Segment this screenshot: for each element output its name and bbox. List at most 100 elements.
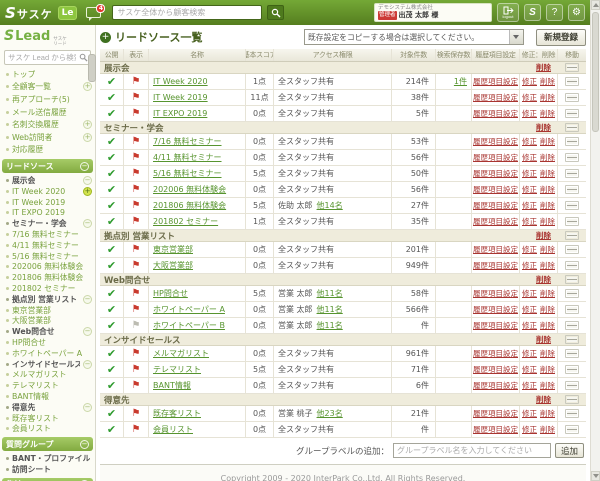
flag-icon[interactable] <box>132 245 141 255</box>
edit-link[interactable]: 修正 <box>522 92 537 103</box>
access-others-link[interactable]: 他23名 <box>317 408 343 419</box>
sidebar-item[interactable]: 東京営業部 <box>0 305 95 316</box>
lead-source-link[interactable]: 大阪営業部 <box>153 260 193 271</box>
edit-link[interactable]: 修正 <box>522 424 537 435</box>
sidebar-item[interactable]: ホワイトペーパー A <box>0 348 95 359</box>
check-icon[interactable] <box>107 244 116 255</box>
delete-link[interactable]: 削除 <box>540 184 555 195</box>
history-settings-link[interactable]: 履歴項目設定 <box>473 152 518 163</box>
edit-link[interactable]: 修正 <box>522 152 537 163</box>
delete-link[interactable]: 削除 <box>540 424 555 435</box>
group-delete-link[interactable]: 削除 <box>536 274 551 285</box>
delete-link[interactable]: 削除 <box>540 168 555 179</box>
sidebar-item[interactable]: Web訪問者 <box>0 131 95 144</box>
flag-icon[interactable] <box>132 109 141 119</box>
edit-link[interactable]: 修正 <box>522 168 537 179</box>
chevron-down-icon[interactable] <box>509 30 523 44</box>
sidebar-item[interactable]: メール送信履歴 <box>0 106 95 119</box>
sidebar-item[interactable]: 既存客リスト <box>0 413 95 424</box>
sidebar-item[interactable]: メルマガリスト <box>0 370 95 381</box>
history-settings-link[interactable]: 履歴項目設定 <box>473 108 518 119</box>
plus-icon[interactable] <box>83 133 92 142</box>
drag-handle-icon[interactable] <box>565 305 579 314</box>
drag-handle-icon[interactable] <box>565 425 579 434</box>
sidebar-section-header[interactable]: 質問グループ <box>2 437 93 451</box>
drag-handle-icon[interactable] <box>565 321 579 330</box>
sidebar-item[interactable]: 201806 無料体験会 <box>0 272 95 283</box>
drag-handle-icon[interactable] <box>565 217 579 226</box>
new-registration-button[interactable]: 新規登録 <box>536 29 586 46</box>
check-icon[interactable] <box>107 136 116 147</box>
drag-handle-icon[interactable] <box>565 349 579 358</box>
history-settings-link[interactable]: 履歴項目設定 <box>473 136 518 147</box>
delete-link[interactable]: 削除 <box>540 408 555 419</box>
edit-link[interactable]: 修正 <box>522 260 537 271</box>
lead-source-link[interactable]: ホワイトペーパー B <box>153 320 225 331</box>
edit-link[interactable]: 修正 <box>522 244 537 255</box>
delete-link[interactable]: 削除 <box>540 288 555 299</box>
check-icon[interactable] <box>107 364 116 375</box>
minus-icon[interactable] <box>83 360 92 369</box>
check-icon[interactable] <box>107 304 116 315</box>
drag-handle-icon[interactable] <box>565 275 579 284</box>
history-settings-link[interactable]: 履歴項目設定 <box>473 288 518 299</box>
delete-link[interactable]: 削除 <box>540 108 555 119</box>
drag-handle-icon[interactable] <box>565 63 579 72</box>
sidebar-item[interactable]: 対応履歴 <box>0 144 95 157</box>
sidebar-item[interactable]: 202006 無料体験会 <box>0 262 95 273</box>
check-icon[interactable] <box>107 184 116 195</box>
sidebar-item-group[interactable]: 訪問シート <box>0 464 95 475</box>
history-settings-link[interactable]: 履歴項目設定 <box>473 380 518 391</box>
edit-link[interactable]: 修正 <box>522 76 537 87</box>
group-delete-link[interactable]: 削除 <box>536 394 551 405</box>
delete-link[interactable]: 削除 <box>540 244 555 255</box>
scroll-up-arrow-icon[interactable] <box>591 0 600 10</box>
lead-source-link[interactable]: 5/16 無料セミナー <box>153 168 222 179</box>
flag-icon[interactable] <box>132 409 141 419</box>
flag-icon[interactable] <box>132 425 141 435</box>
lead-source-link[interactable]: IT Week 2019 <box>153 93 208 102</box>
lead-source-link[interactable]: ホワイトペーパー A <box>153 304 225 315</box>
edit-link[interactable]: 修正 <box>522 408 537 419</box>
global-search-button[interactable] <box>267 5 284 20</box>
lead-source-link[interactable]: IT EXPO 2019 <box>153 109 207 118</box>
check-icon[interactable] <box>107 108 116 119</box>
check-icon[interactable] <box>107 408 116 419</box>
edit-link[interactable]: 修正 <box>522 320 537 331</box>
drag-handle-icon[interactable] <box>565 185 579 194</box>
flag-icon[interactable] <box>132 169 141 179</box>
edit-link[interactable]: 修正 <box>522 364 537 375</box>
edit-link[interactable]: 修正 <box>522 304 537 315</box>
minus-icon[interactable] <box>80 162 89 171</box>
sidebar-item-group[interactable]: インサイドセールス <box>0 359 95 370</box>
sidebar-item[interactable]: 5/16 無料セミナー <box>0 251 95 262</box>
access-others-link[interactable]: 他11名 <box>317 304 343 315</box>
sidebar-collapse-handle[interactable] <box>88 54 96 82</box>
logout-button[interactable]: logout <box>497 3 519 22</box>
group-delete-link[interactable]: 削除 <box>536 334 551 345</box>
sidebar-item[interactable]: トップ <box>0 68 95 81</box>
lead-source-link[interactable]: テレマリスト <box>153 364 201 375</box>
lead-logo[interactable]: S Lead サスケリード <box>0 25 95 48</box>
delete-link[interactable]: 削除 <box>540 76 555 87</box>
minus-icon[interactable] <box>83 219 92 228</box>
scrollbar-thumb[interactable] <box>592 12 599 132</box>
history-settings-link[interactable]: 履歴項目設定 <box>473 364 518 375</box>
sidebar-item[interactable]: 会員リスト <box>0 423 95 434</box>
sidebar-item-group[interactable]: 得意先 <box>0 402 95 413</box>
sidebar-item[interactable]: テレマリスト <box>0 380 95 391</box>
flag-icon[interactable] <box>132 185 141 195</box>
minus-icon[interactable] <box>83 403 92 412</box>
sidebar-item[interactable]: HP問合せ <box>0 337 95 348</box>
history-settings-link[interactable]: 履歴項目設定 <box>473 260 518 271</box>
check-icon[interactable] <box>107 380 116 391</box>
group-delete-link[interactable]: 削除 <box>536 122 551 133</box>
lead-source-link[interactable]: 202006 無料体験会 <box>153 184 226 195</box>
history-settings-link[interactable]: 履歴項目設定 <box>473 76 518 87</box>
flag-icon[interactable] <box>132 305 141 315</box>
lead-source-link[interactable]: HP問合せ <box>153 288 188 299</box>
edit-link[interactable]: 修正 <box>522 380 537 391</box>
delete-link[interactable]: 削除 <box>540 260 555 271</box>
delete-link[interactable]: 削除 <box>540 348 555 359</box>
drag-handle-icon[interactable] <box>565 409 579 418</box>
